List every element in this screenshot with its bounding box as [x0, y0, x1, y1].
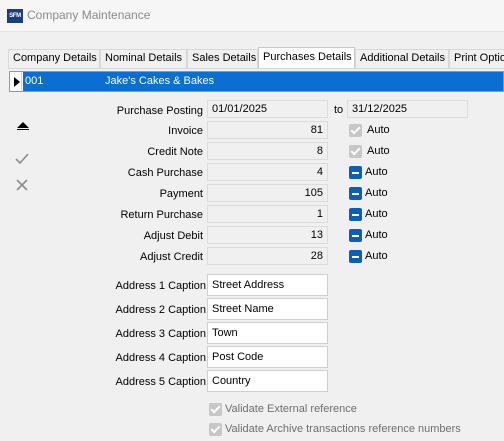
- adjust-debit-auto-checkbox[interactable]: [349, 229, 362, 242]
- validate-archive-reference-label: Validate Archive transactions reference …: [225, 423, 461, 435]
- row-indicator-icon: [10, 72, 22, 91]
- app-logo-icon: SFM: [7, 9, 23, 23]
- to-label: to: [334, 104, 344, 116]
- company-name: Jake's Cakes & Bakes: [105, 75, 215, 87]
- validate-archive-reference-checkbox[interactable]: [209, 423, 222, 436]
- adjust-credit-label: Adjust Credit: [140, 251, 203, 263]
- address-5-caption-input[interactable]: Country: [207, 370, 328, 392]
- adjust-credit-number-field[interactable]: 28: [207, 247, 328, 265]
- validate-external-reference-label: Validate External reference: [225, 403, 357, 415]
- payment-number-field[interactable]: 105: [207, 184, 328, 202]
- credit-note-auto-label: Auto: [367, 145, 390, 157]
- address-4-caption-label: Address 4 Caption: [115, 352, 207, 364]
- cash-purchase-label: Cash Purchase: [127, 167, 203, 179]
- adjust-debit-number-field[interactable]: 13: [207, 226, 328, 244]
- tab-additional-details[interactable]: Additional Details: [355, 49, 449, 68]
- move-up-icon[interactable]: [17, 122, 29, 130]
- tab-divider: [8, 68, 504, 69]
- title-bar: SFM Company Maintenance: [0, 0, 504, 32]
- tab-strip: Company Details Nominal Details Sales De…: [8, 47, 504, 69]
- payment-label: Payment: [159, 188, 203, 200]
- invoice-label: Invoice: [168, 125, 203, 137]
- window-title: Company Maintenance: [27, 8, 151, 22]
- address-3-caption-label: Address 3 Caption: [115, 328, 207, 340]
- cash-purchase-number-field[interactable]: 4: [207, 163, 328, 181]
- invoice-auto-checkbox[interactable]: [349, 124, 362, 137]
- tab-company-details[interactable]: Company Details: [8, 49, 100, 68]
- address-2-caption-input[interactable]: Street Name: [207, 298, 328, 320]
- confirm-check-icon[interactable]: [15, 153, 29, 165]
- address-1-caption-input[interactable]: Street Address: [207, 274, 328, 296]
- cash-purchase-auto-checkbox[interactable]: [349, 166, 362, 179]
- adjust-debit-label: Adjust Debit: [143, 230, 203, 242]
- return-purchase-auto-label: Auto: [365, 208, 388, 220]
- tab-print-options[interactable]: Print Options: [449, 49, 504, 68]
- purchase-posting-label: Purchase Posting: [116, 105, 203, 117]
- return-purchase-number-field[interactable]: 1: [207, 205, 328, 223]
- return-purchase-label: Return Purchase: [120, 209, 203, 221]
- credit-note-auto-checkbox[interactable]: [349, 145, 362, 158]
- return-purchase-auto-checkbox[interactable]: [349, 208, 362, 221]
- invoice-auto-label: Auto: [367, 124, 390, 136]
- adjust-debit-auto-label: Auto: [365, 229, 388, 241]
- company-maintenance-window: SFM Company Maintenance Company Details …: [0, 0, 504, 441]
- invoice-number-field[interactable]: 81: [207, 121, 328, 139]
- cash-purchase-auto-label: Auto: [365, 166, 388, 178]
- credit-note-label: Credit Note: [147, 146, 203, 158]
- company-code: 001: [25, 75, 44, 87]
- posting-from-field[interactable]: 01/01/2025: [207, 100, 328, 118]
- tab-nominal-details[interactable]: Nominal Details: [100, 49, 187, 68]
- address-2-caption-label: Address 2 Caption: [115, 304, 207, 316]
- address-4-caption-input[interactable]: Post Code: [207, 346, 328, 368]
- tab-sales-details[interactable]: Sales Details: [187, 49, 258, 68]
- cancel-x-icon[interactable]: [16, 179, 28, 191]
- posting-to-field[interactable]: 31/12/2025: [347, 100, 468, 118]
- credit-note-number-field[interactable]: 8: [207, 142, 328, 160]
- address-5-caption-label: Address 5 Caption: [115, 376, 207, 388]
- tab-purchases-details[interactable]: Purchases Details: [258, 47, 355, 68]
- company-row[interactable]: 001 Jake's Cakes & Bakes: [23, 72, 503, 91]
- validate-external-reference-checkbox[interactable]: [209, 403, 222, 416]
- adjust-credit-auto-checkbox[interactable]: [349, 250, 362, 263]
- payment-auto-checkbox[interactable]: [349, 187, 362, 200]
- adjust-credit-auto-label: Auto: [365, 250, 388, 262]
- company-grid: 001 Jake's Cakes & Bakes: [9, 71, 504, 92]
- address-3-caption-input[interactable]: Town: [207, 322, 328, 344]
- payment-auto-label: Auto: [365, 187, 388, 199]
- address-1-caption-label: Address 1 Caption: [115, 280, 207, 292]
